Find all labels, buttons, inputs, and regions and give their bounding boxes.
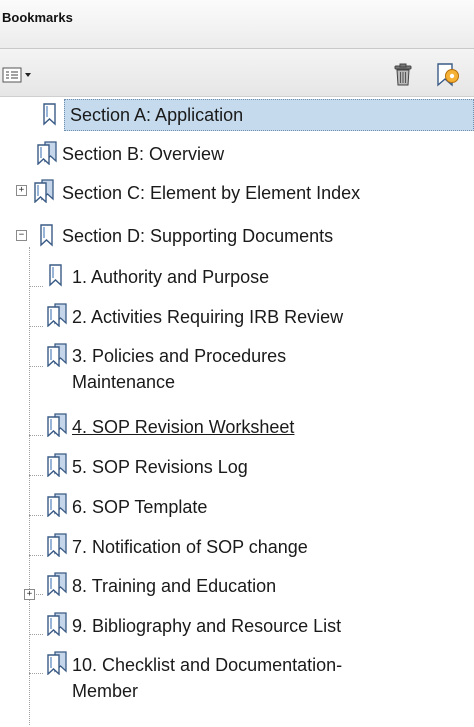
bookmark-child[interactable]: 10. Checklist and Documentation-	[72, 652, 342, 678]
panel-title: Bookmarks	[2, 10, 73, 25]
bookmarks-toolbar	[0, 49, 474, 97]
delete-bookmark-button[interactable]	[392, 63, 414, 87]
bookmark-child-continued[interactable]: Maintenance	[72, 369, 175, 395]
options-menu-icon	[2, 67, 31, 83]
bookmark-icon	[35, 223, 61, 247]
bookmark-group-icon	[44, 493, 70, 517]
expand-toggle[interactable]: +	[24, 589, 35, 600]
bookmark-section-b[interactable]: Section B: Overview	[62, 141, 224, 167]
bookmark-child[interactable]: 6. SOP Template	[72, 494, 207, 520]
bookmark-child[interactable]: 7. Notification of SOP change	[72, 534, 308, 560]
bookmark-child-hovered[interactable]: 4. SOP Revision Worksheet	[72, 414, 294, 440]
bookmark-group-icon	[31, 179, 57, 203]
bookmark-child[interactable]: 3. Policies and Procedures	[72, 343, 286, 369]
tree-line	[29, 515, 43, 516]
bookmark-properties-icon	[437, 63, 459, 87]
bookmark-group-icon	[44, 651, 70, 675]
tree-line	[29, 475, 43, 476]
options-menu-button[interactable]	[2, 67, 36, 83]
trash-icon	[394, 63, 412, 86]
bookmark-group-icon	[34, 141, 60, 165]
tree-line	[29, 286, 43, 287]
bookmark-group-icon	[44, 303, 70, 327]
bookmark-icon	[44, 263, 70, 287]
collapse-toggle[interactable]: −	[16, 230, 27, 241]
bookmark-group-icon	[44, 533, 70, 557]
bookmark-icon	[38, 102, 64, 126]
bookmark-section-c[interactable]: Section C: Element by Element Index	[62, 180, 360, 206]
tree-line	[29, 326, 43, 327]
bookmark-properties-button[interactable]	[432, 61, 464, 89]
bookmark-child[interactable]: 1. Authority and Purpose	[72, 264, 269, 290]
bookmark-group-icon	[44, 453, 70, 477]
tree-line	[29, 435, 43, 436]
bookmark-child[interactable]: 9. Bibliography and Resource List	[72, 613, 341, 639]
tree-line	[29, 634, 43, 635]
tree-line	[29, 673, 43, 674]
bookmark-child[interactable]: 8. Training and Education	[72, 573, 276, 599]
bookmark-child[interactable]: 5. SOP Revisions Log	[72, 454, 248, 480]
tree-line	[29, 366, 43, 367]
bookmark-group-icon	[44, 612, 70, 636]
bookmarks-tree: Section A: Application Section B: Overvi…	[0, 97, 474, 727]
tree-line	[29, 247, 30, 725]
bookmark-group-icon	[44, 413, 70, 437]
tree-line	[29, 555, 43, 556]
bookmark-group-icon	[44, 572, 70, 596]
bookmark-section-a[interactable]: Section A: Application	[70, 102, 243, 128]
panel-header: Bookmarks	[0, 0, 474, 49]
bookmark-section-d[interactable]: Section D: Supporting Documents	[62, 223, 333, 249]
bookmark-child-continued[interactable]: Member	[72, 678, 138, 704]
bookmark-group-icon	[44, 343, 70, 367]
bookmark-child[interactable]: 2. Activities Requiring IRB Review	[72, 304, 343, 330]
expand-toggle[interactable]: +	[16, 185, 27, 196]
